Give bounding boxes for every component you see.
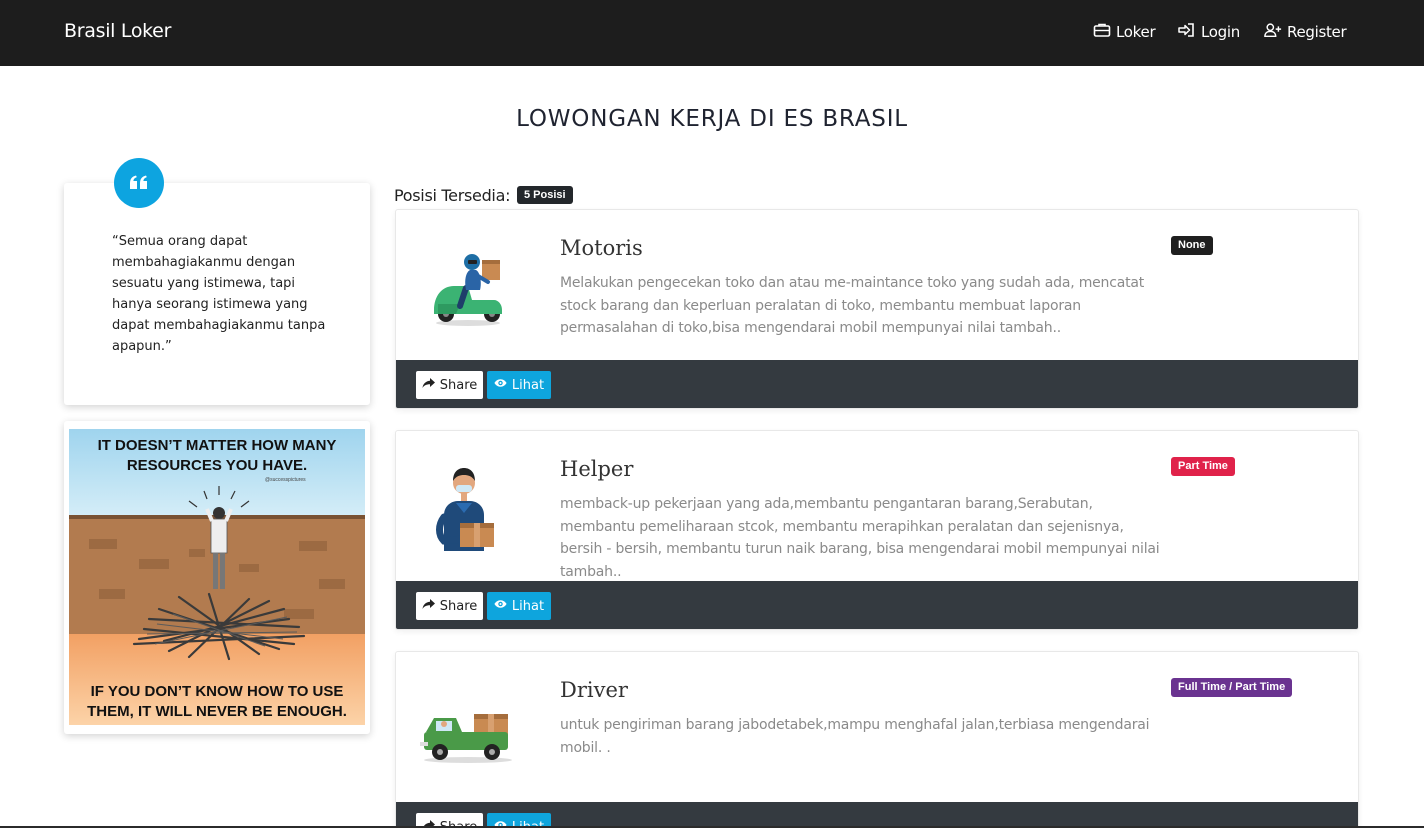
- quote-card: “Semua orang dapat membahagiakanmu denga…: [64, 183, 370, 405]
- motivation-poster-image: IT DOESN’T MATTER HOW MANY RESOURCES YOU…: [69, 429, 365, 725]
- job-card: Driver Full Time / Part Time untuk pengi…: [395, 651, 1359, 828]
- job-card: Motoris None Melakukan pengecekan toko d…: [395, 209, 1359, 409]
- share-button[interactable]: Share: [416, 371, 483, 399]
- user-plus-icon: [1264, 22, 1282, 42]
- view-button-label: Lihat: [511, 598, 545, 614]
- share-icon: [422, 598, 435, 614]
- nav-link-label: Register: [1287, 23, 1347, 41]
- job-title[interactable]: Driver: [560, 678, 628, 702]
- sign-in-icon: [1178, 22, 1196, 42]
- job-description: untuk pengiriman barang jabodetabek,mamp…: [560, 717, 1150, 756]
- poster-top-text: IT DOESN’T MATTER HOW MANY RESOURCES YOU…: [97, 437, 337, 474]
- eye-icon: [494, 598, 507, 614]
- courier-with-box-illustration: [416, 451, 520, 555]
- motivation-poster-card: IT DOESN’T MATTER HOW MANY RESOURCES YOU…: [64, 421, 370, 734]
- nav-link-label: Loker: [1116, 23, 1156, 41]
- quote-text: “Semua orang dapat membahagiakanmu denga…: [112, 234, 326, 354]
- job-card: Helper Part Time memback-up pekerjaan ya…: [395, 430, 1359, 630]
- share-icon: [422, 377, 435, 393]
- view-button[interactable]: Lihat: [487, 592, 551, 620]
- view-button[interactable]: Lihat: [487, 371, 551, 399]
- job-title[interactable]: Helper: [560, 457, 633, 481]
- view-button-label: Lihat: [511, 377, 545, 393]
- nav-link-register[interactable]: Register: [1264, 22, 1347, 42]
- job-card-footer: Share Lihat: [396, 802, 1358, 828]
- page-title: LOWONGAN KERJA DI ES BRASIL: [516, 106, 908, 132]
- quote-icon: [114, 158, 164, 208]
- job-card-footer: Share Lihat: [396, 360, 1358, 408]
- job-card-footer: Share Lihat: [396, 581, 1358, 629]
- nav-link-login[interactable]: Login: [1178, 22, 1240, 42]
- share-button-label: Share: [439, 377, 478, 393]
- briefcase-icon: [1093, 22, 1111, 42]
- poster-handle-text: @successpictures: [265, 477, 306, 483]
- job-type-badge: Full Time / Part Time: [1171, 678, 1293, 697]
- job-title[interactable]: Motoris: [560, 236, 643, 260]
- job-description: memback-up pekerjaan yang ada,membantu p…: [560, 496, 1160, 580]
- available-positions-badge: 5 Posisi: [517, 186, 573, 204]
- nav-link-loker[interactable]: Loker: [1093, 22, 1156, 42]
- available-positions-label: Posisi Tersedia:: [394, 186, 511, 205]
- brand-link[interactable]: Brasil Loker: [64, 20, 171, 42]
- job-type-badge: Part Time: [1171, 457, 1235, 476]
- eye-icon: [494, 377, 507, 393]
- scooter-rider-illustration: [416, 230, 520, 334]
- job-type-badge: None: [1171, 236, 1213, 255]
- delivery-truck-illustration: [416, 672, 520, 776]
- job-description: Melakukan pengecekan toko dan atau me-ma…: [560, 275, 1145, 336]
- nav-link-label: Login: [1201, 23, 1240, 41]
- poster-bottom-text: IF YOU DON’T KNOW HOW TO USE THEM, IT WI…: [87, 683, 347, 720]
- share-button[interactable]: Share: [416, 592, 483, 620]
- share-button-label: Share: [439, 598, 478, 614]
- navbar: Brasil Loker Loker Login Register: [0, 0, 1424, 66]
